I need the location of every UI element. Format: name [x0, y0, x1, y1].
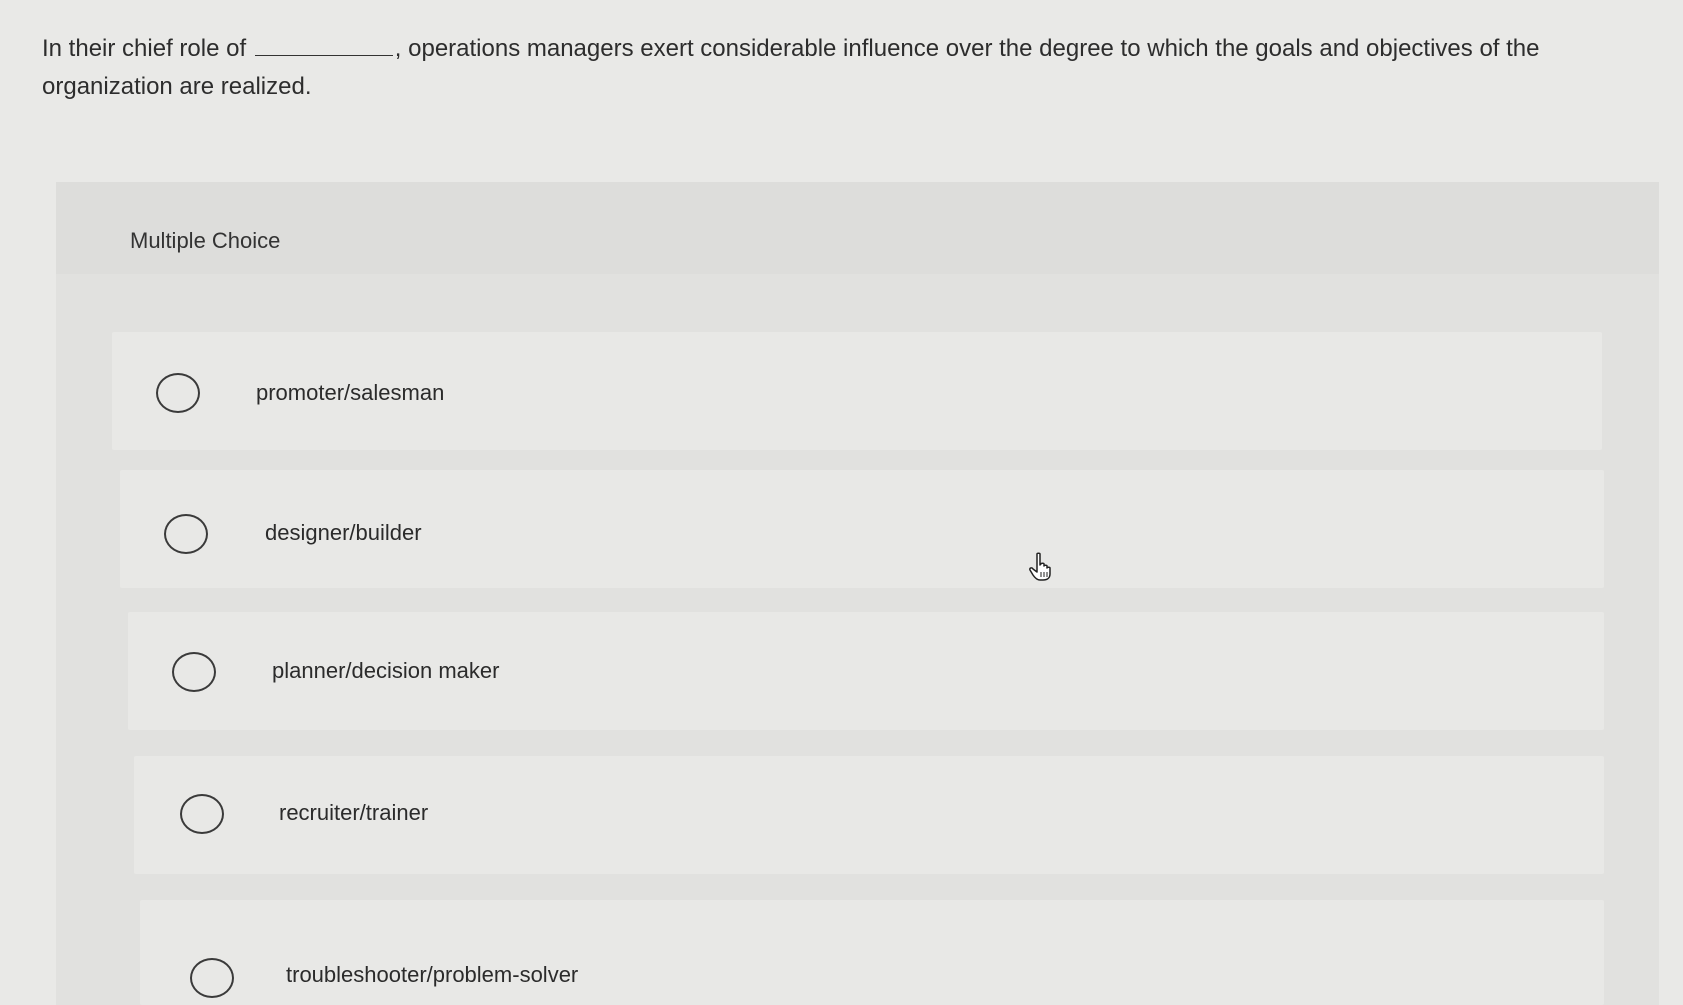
multiple-choice-panel: Multiple Choice	[56, 182, 1659, 1005]
answer-blank	[254, 35, 393, 56]
radio-button-icon[interactable]	[156, 373, 200, 413]
option-planner-decision-maker[interactable]: planner/decision maker	[128, 612, 1604, 730]
option-troubleshooter-problem-solver[interactable]: troubleshooter/problem-solver	[140, 900, 1604, 1005]
radio-button-icon[interactable]	[164, 514, 208, 554]
option-label[interactable]: planner/decision maker	[272, 658, 499, 684]
option-label[interactable]: designer/builder	[265, 520, 422, 546]
radio-button-icon[interactable]	[190, 958, 234, 998]
radio-button-icon[interactable]	[172, 652, 216, 692]
radio-button-icon[interactable]	[180, 794, 224, 834]
option-label[interactable]: recruiter/trainer	[279, 800, 428, 826]
question-text: In their chief role of , operations mana…	[42, 30, 1662, 106]
option-recruiter-trainer[interactable]: recruiter/trainer	[134, 756, 1604, 874]
question-part-1: In their chief role of	[42, 35, 247, 62]
multiple-choice-title: Multiple Choice	[130, 228, 281, 253]
multiple-choice-header: Multiple Choice	[56, 182, 1659, 274]
option-designer-builder[interactable]: designer/builder	[120, 470, 1604, 588]
option-label[interactable]: promoter/salesman	[256, 380, 444, 406]
hand-pointer-icon	[1029, 552, 1051, 581]
option-promoter-salesman[interactable]: promoter/salesman	[112, 332, 1602, 450]
option-label[interactable]: troubleshooter/problem-solver	[286, 962, 578, 988]
